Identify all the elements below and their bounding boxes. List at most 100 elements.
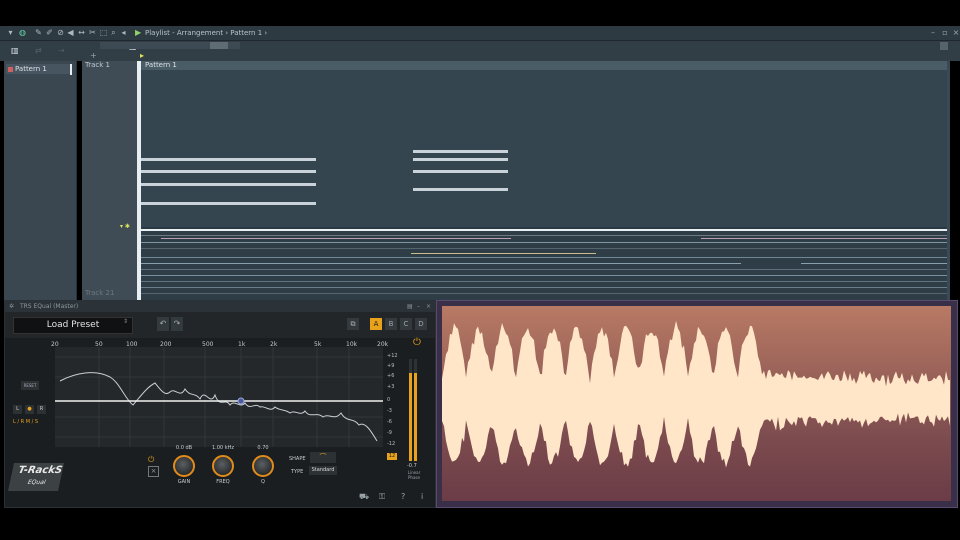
db-label: 0 (387, 397, 391, 403)
shape-bell-icon[interactable]: ⌒ (310, 452, 336, 463)
arrangement-area[interactable]: Pattern 1 (137, 61, 950, 300)
plugin-minimize-icon[interactable]: – (417, 301, 420, 312)
speaker-icon[interactable]: ◂ (119, 28, 128, 37)
help-icon[interactable]: ? (401, 492, 405, 501)
note[interactable] (141, 170, 316, 173)
track-marker-icon: ▾ ✱ (120, 223, 130, 230)
pattern-clip-label: Pattern 1 (145, 61, 177, 69)
close-icon[interactable]: × (951, 27, 960, 38)
waveform-display (442, 306, 951, 501)
linear-phase-label[interactable]: Linear Phase (405, 470, 423, 480)
minimize-icon[interactable]: – (928, 27, 938, 38)
snapshot-a-button[interactable]: A (370, 318, 382, 330)
pattern-clip[interactable]: Pattern 1 (141, 61, 947, 227)
range-badge[interactable]: 12 (387, 453, 397, 460)
link-channels-icon[interactable]: ● (25, 405, 34, 414)
waveform-shape (442, 320, 950, 468)
copy-icon[interactable]: ⧉ (347, 318, 359, 330)
info-icon[interactable]: i (421, 492, 423, 501)
maximize-icon[interactable]: ▫ (940, 27, 950, 38)
brand-main: T-RackS (17, 465, 64, 476)
db-label: +6 (387, 373, 395, 379)
plugin-menu-icon[interactable]: ▤ (407, 301, 413, 312)
picker-scrollbar[interactable] (70, 64, 72, 75)
playlist-toolbar: ▥ ⇄ ⇢ + ▥ ▸ (0, 41, 960, 61)
preset-selector[interactable]: Load Preset (13, 317, 133, 334)
link-icon[interactable]: ⇢ (58, 46, 65, 55)
undo-icon[interactable]: ↶ (157, 317, 169, 331)
fl-logo-icon: ◍ (19, 28, 26, 37)
waveform-svg (442, 320, 950, 468)
snapshot-d-button[interactable]: D (415, 318, 427, 330)
lock-icon[interactable]: ⚿ (379, 492, 385, 502)
lr-ms-toggle[interactable]: L / R M / S (13, 418, 51, 427)
pencil-icon[interactable]: ✎ (34, 28, 43, 37)
waveform-panel (436, 300, 958, 508)
pattern-item-label: Pattern 1 (15, 65, 47, 73)
pattern-clip-header[interactable]: Pattern 1 (141, 61, 947, 70)
title-bar: ▾ ◍ ✎ ✐ ⊘ ◀ ↔ ✂ ⬚ ⌕ ◂ ▶ Playlist - Arran… (0, 26, 960, 41)
playhead[interactable] (137, 61, 141, 300)
automation-lanes[interactable] (141, 229, 947, 300)
preset-arrows-icon[interactable]: ⇕ (123, 318, 128, 325)
gain-knob[interactable] (173, 455, 195, 477)
q-label: Q (261, 479, 265, 485)
shape-label: SHAPE (289, 456, 306, 462)
db-label: -9 (387, 430, 392, 436)
add-icon[interactable]: + (90, 51, 97, 60)
brush-icon[interactable]: ✐ (45, 28, 54, 37)
menu-arrow-icon[interactable]: ▾ (6, 28, 15, 37)
overview-window[interactable] (210, 42, 228, 49)
slice-icon[interactable]: ✂ (88, 28, 97, 37)
type-selector[interactable]: Standard (309, 466, 337, 475)
left-channel-button[interactable]: L (13, 405, 22, 414)
redo-icon[interactable]: ↷ (171, 317, 183, 331)
delete-icon[interactable]: ⊘ (56, 28, 65, 37)
right-channel-button[interactable]: R (37, 405, 46, 414)
output-meter-right-fill (414, 373, 417, 461)
cart-icon[interactable]: ⛟ (359, 492, 369, 502)
note[interactable] (413, 188, 508, 191)
brand-sub: EQual (27, 479, 47, 486)
track-21-label[interactable]: Track 21 (85, 289, 114, 297)
slip-icon[interactable]: ↔ (77, 28, 86, 37)
q-knob[interactable] (252, 455, 274, 477)
snap-icon[interactable]: ▸ (140, 51, 144, 60)
zoom-icon[interactable]: ⌕ (109, 28, 118, 37)
db-label: +12 (387, 353, 398, 359)
track-1-label[interactable]: Track 1 (85, 61, 110, 69)
power-icon[interactable]: ⏻ (413, 337, 421, 348)
snapshot-b-button[interactable]: B (385, 318, 397, 330)
mute-icon[interactable]: ◀ (66, 28, 75, 37)
reset-button[interactable]: RESET (21, 381, 39, 390)
db-label: +9 (387, 363, 395, 369)
window-title: Playlist - Arrangement › Pattern 1 › (145, 29, 268, 37)
note[interactable] (413, 150, 508, 153)
band-bypass-icon[interactable]: × (148, 466, 159, 477)
band-power-icon[interactable]: ⏻ (148, 455, 154, 465)
vertical-scrollbar[interactable] (947, 61, 950, 300)
note[interactable] (141, 183, 316, 186)
toggle-icon[interactable]: ⇄ (35, 46, 42, 55)
freq-knob-label: FREQ (216, 479, 230, 485)
freq-knob[interactable] (212, 455, 234, 477)
freq-value: 1.00 kHz (211, 445, 234, 451)
note[interactable] (413, 158, 508, 161)
note[interactable] (141, 202, 316, 205)
note[interactable] (141, 158, 316, 161)
plugin-title-bar[interactable]: ✲ TRS EQual (Master) ▤ – × (5, 301, 435, 312)
db-label: +3 (387, 384, 395, 390)
pattern-item[interactable]: Pattern 1 (6, 64, 72, 74)
gain-label: GAIN (177, 479, 191, 485)
scroll-button[interactable] (940, 42, 948, 50)
plugin-gear-icon[interactable]: ✲ (9, 303, 14, 310)
tracks-logo: T-RackS EQual (8, 463, 64, 491)
eq-graph[interactable] (55, 347, 383, 447)
note[interactable] (413, 170, 508, 173)
select-icon[interactable]: ⬚ (99, 28, 108, 37)
snapshot-c-button[interactable]: C (400, 318, 412, 330)
pattern-picker: Pattern 1 (4, 61, 77, 300)
piano-icon[interactable]: ▥ (11, 46, 19, 55)
plugin-close-icon[interactable]: × (426, 301, 431, 312)
play-icon[interactable]: ▶ (135, 28, 141, 37)
